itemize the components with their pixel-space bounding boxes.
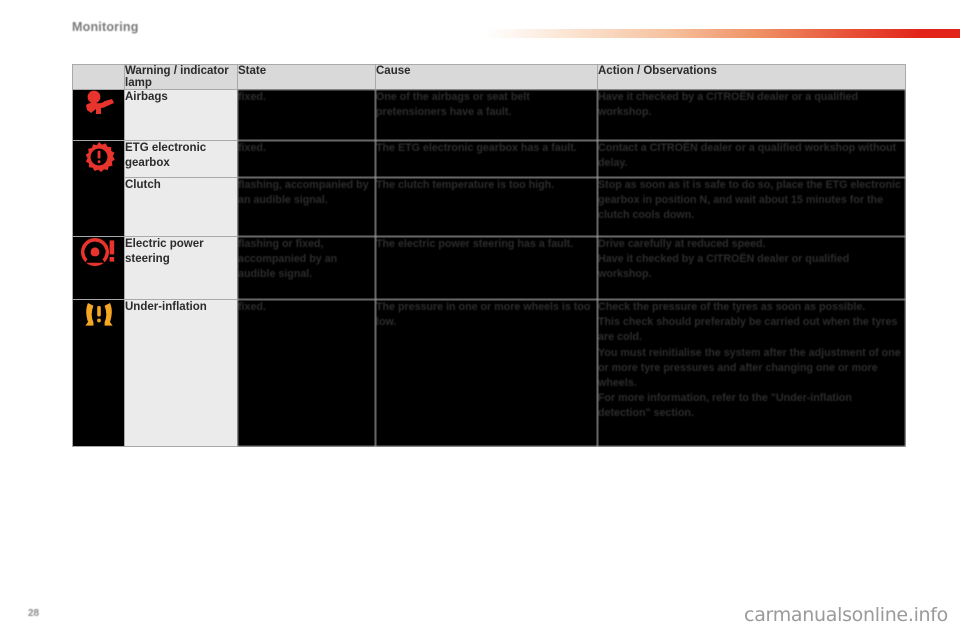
airbag-warning-icon <box>82 90 116 120</box>
column-header-lamp: Warning / indicator lamp <box>124 64 238 90</box>
cause-under-inflation: The pressure in one or more wheels is to… <box>375 299 598 447</box>
page-title: Monitoring <box>72 20 139 34</box>
power-steering-warning-icon <box>80 237 117 267</box>
cause-power-steering: The electric power steering has a fault. <box>375 236 598 300</box>
state-power-steering: flashing or fixed, accompanied by an aud… <box>237 236 376 300</box>
warning-lamp-table: Warning / indicator lamp State Cause Act… <box>72 64 906 447</box>
page-number: 28 <box>28 608 40 619</box>
cause-airbags: One of the airbags or seat belt pretensi… <box>375 89 598 141</box>
state-airbags: fixed. <box>237 89 376 141</box>
action-airbags: Have it checked by a CITROËN dealer or a… <box>597 89 906 141</box>
table-row: Under-inflation fixed. The pressure in o… <box>72 299 906 447</box>
table-row: Airbags fixed. One of the airbags or sea… <box>72 89 906 141</box>
icon-cell-etg-gearbox <box>72 140 125 237</box>
icon-cell-airbags <box>72 89 125 141</box>
column-header-action: Action / Observations <box>597 64 906 90</box>
site-watermark: carmanualsonline.info <box>744 604 948 626</box>
table-row: ETG electronic gearbox fixed. The ETG el… <box>72 140 906 237</box>
table-header-row: Warning / indicator lamp State Cause Act… <box>72 64 906 90</box>
lamp-label-clutch: Clutch <box>124 177 238 237</box>
table-row: Clutch flashing, accompanied by an audib… <box>73 177 906 237</box>
table-header: Warning / indicator lamp State Cause Act… <box>72 64 906 90</box>
column-header-cause: Cause <box>375 64 598 90</box>
action-power-steering: Drive carefully at reduced speed. Have it… <box>597 236 906 300</box>
lamp-label-power-steering: Electric power steering <box>124 236 238 300</box>
action-under-inflation: Check the pressure of the tyres as soon … <box>597 299 906 447</box>
icon-cell-under-inflation <box>72 299 125 447</box>
table-body: Airbags fixed. One of the airbags or sea… <box>72 89 906 447</box>
lamp-label-under-inflation: Under-inflation <box>124 299 238 447</box>
state-etg-gearbox: fixed. <box>237 140 376 178</box>
tyre-under-inflation-icon <box>83 300 115 330</box>
state-clutch: flashing, accompanied by an audible sign… <box>237 177 376 237</box>
cause-clutch: The clutch temperature is too high. <box>375 177 598 237</box>
action-clutch: Stop as soon as it is safe to do so, pla… <box>597 177 906 237</box>
warning-lamp-table-container: Warning / indicator lamp State Cause Act… <box>72 64 906 447</box>
header-gradient-rule <box>485 29 960 38</box>
icon-cell-power-steering <box>72 236 125 300</box>
state-under-inflation: fixed. <box>237 299 376 447</box>
cause-etg-gearbox: The ETG electronic gearbox has a fault. <box>375 140 598 178</box>
action-etg-gearbox: Contact a CITROËN dealer or a qualified … <box>597 140 906 178</box>
etg-gearbox-warning-icon <box>83 141 115 173</box>
lamp-label-etg-gearbox: ETG electronic gearbox <box>124 140 238 178</box>
lamp-label-airbags: Airbags <box>124 89 238 141</box>
column-header-icon <box>72 64 125 90</box>
column-header-state: State <box>237 64 376 90</box>
table-row: Electric power steering flashing or fixe… <box>72 236 906 300</box>
manual-page: Monitoring Warning / indicator lamp Stat… <box>0 0 960 640</box>
